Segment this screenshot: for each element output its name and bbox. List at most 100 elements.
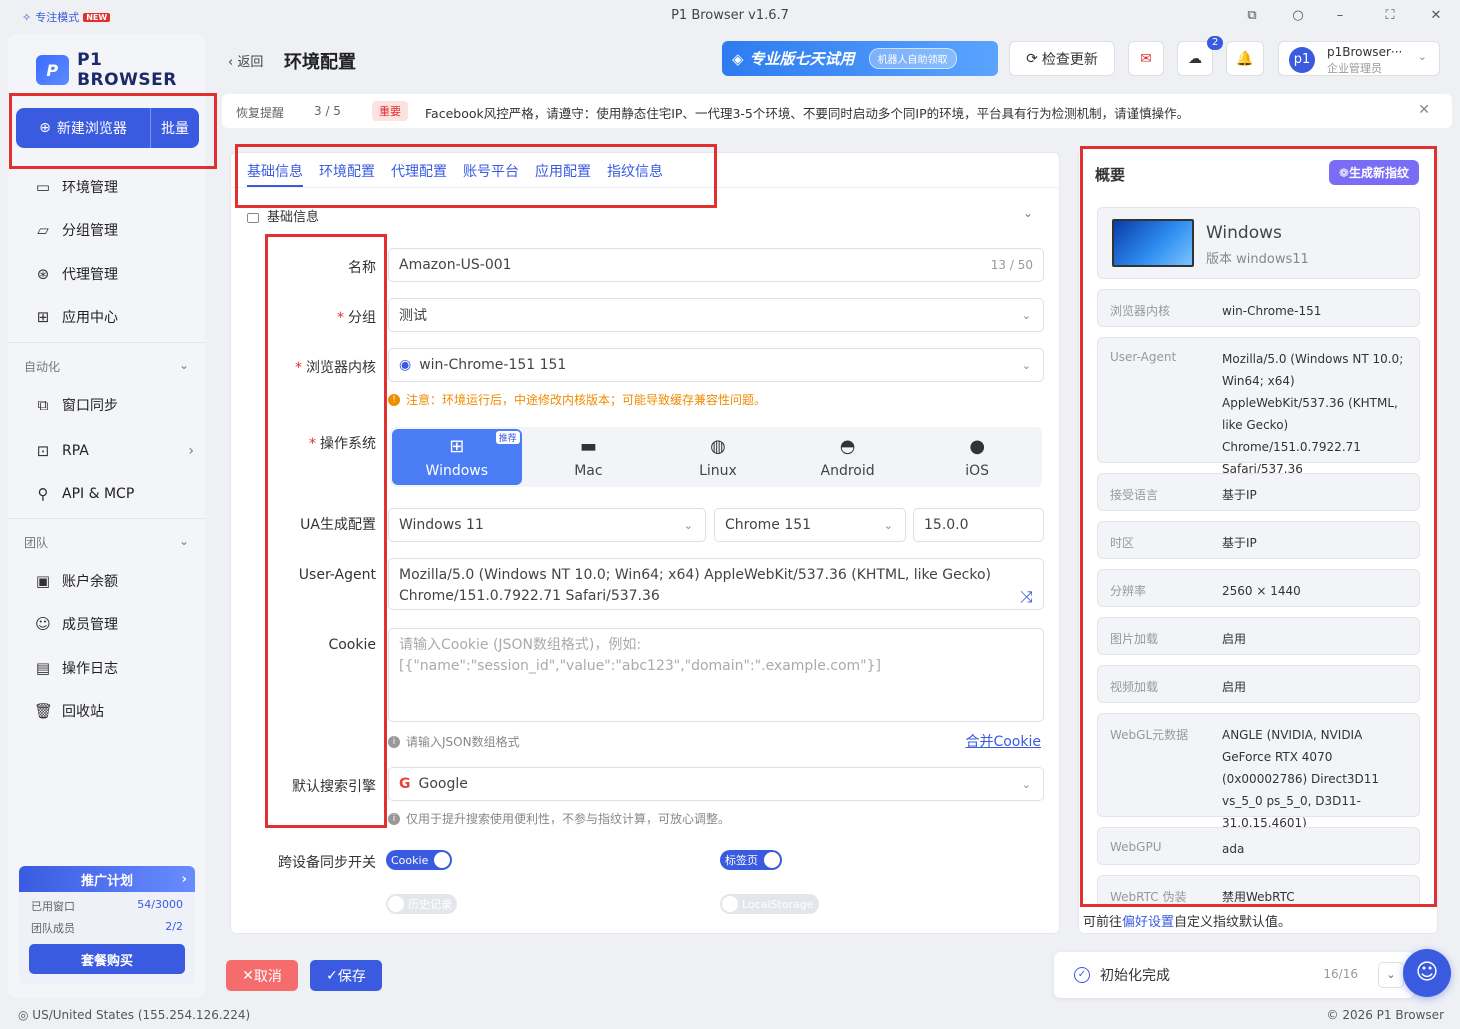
sidebar-item-members[interactable]: ☺ 成员管理	[34, 613, 118, 635]
os-card: Windows 版本 windows11	[1097, 207, 1420, 279]
chevron-right-icon: ›	[181, 871, 187, 887]
tab-env[interactable]: 环境配置	[319, 161, 375, 187]
cookie-label: Cookie	[328, 637, 376, 653]
sidebar-item-group[interactable]: ▱ 分组管理	[34, 219, 118, 241]
log-icon: ▤	[35, 659, 51, 677]
check-update-button[interactable]: ⟳ 检查更新	[1009, 41, 1115, 76]
section-automation[interactable]: 自动化 ⌄	[24, 358, 189, 375]
divider	[8, 518, 205, 519]
notice-page: 3 / 5	[314, 104, 341, 118]
chevron-down-icon[interactable]: ⌄	[1023, 206, 1033, 220]
android-icon: ◓	[839, 435, 856, 457]
minimize-icon[interactable]: –	[1330, 6, 1350, 26]
generate-fingerprint-button[interactable]: ❁生成新指纹	[1328, 160, 1419, 185]
tab-app[interactable]: 应用配置	[535, 161, 591, 187]
group-label: * 分组	[337, 310, 376, 326]
sidebar-item-apps[interactable]: ⊞ 应用中心	[34, 306, 118, 328]
group-select[interactable]: 测试 ⌄	[388, 298, 1044, 332]
buy-plan-button[interactable]: 套餐购买	[29, 944, 185, 974]
notification-button[interactable]: 🔔	[1226, 41, 1264, 76]
sync-history-toggle[interactable]: 历史记录	[386, 894, 457, 914]
close-icon[interactable]: ✕	[1418, 102, 1430, 118]
chevron-down-icon: ⌄	[1386, 968, 1396, 981]
sidebar-item-logs[interactable]: ▤ 操作日志	[34, 657, 118, 679]
os-option-ios[interactable]: ● iOS	[912, 427, 1042, 487]
chevron-down-icon: ⌄	[683, 518, 693, 532]
sidebar-item-trash[interactable]: 🗑 回收站	[34, 700, 104, 722]
mail-icon: ✉	[1140, 50, 1152, 67]
back-button[interactable]: ‹ 返回	[228, 51, 263, 70]
new-browser-group: ⊕ 新建浏览器 批量	[16, 108, 199, 148]
top-bar: ‹ 返回 环境配置 ◈ 专业版七天试用 机器人自助领取 ⟳ 检查更新 ✉ ☁ 2 …	[214, 34, 1454, 86]
tab-proxy[interactable]: 代理配置	[391, 161, 447, 187]
merge-cookie-link[interactable]: 合并Cookie	[965, 731, 1041, 751]
os-name: Windows	[1206, 223, 1282, 243]
support-chat-button[interactable]: ☺	[1403, 949, 1451, 997]
google-icon: G	[399, 776, 411, 792]
sync-cookie-toggle[interactable]: Cookie	[386, 850, 453, 870]
pin-icon[interactable]: ⧉	[1242, 6, 1262, 26]
sync-storage-toggle[interactable]: LocalStorage	[720, 894, 819, 914]
sidebar-item-api[interactable]: ⚲ API & MCP	[34, 483, 135, 505]
section-team[interactable]: 团队 ⌄	[24, 534, 189, 551]
summary-row: 浏览器内核 win-Chrome-151	[1097, 289, 1420, 327]
shuffle-icon[interactable]: ⤨	[1020, 586, 1033, 607]
ua-version-input[interactable]: 15.0.0	[913, 508, 1044, 542]
summary-title: 概要	[1095, 166, 1126, 184]
bell-icon: 🔔	[1236, 50, 1254, 67]
ua-os-select[interactable]: Windows 11 ⌄	[388, 508, 706, 542]
action-bar: ✕ 取消 ✓ 保存 ✓ 初始化完成 16/16 ⌄	[222, 952, 1452, 998]
summary-row: 接受语言 基于IP	[1097, 473, 1420, 511]
os-option-mac[interactable]: ▬ Mac	[524, 427, 654, 487]
chevron-left-icon: ‹	[228, 55, 238, 70]
user-role: 企业管理员	[1327, 62, 1382, 75]
trial-banner[interactable]: ◈ 专业版七天试用 机器人自助领取	[722, 41, 998, 76]
expand-button[interactable]: ⌄	[1378, 962, 1404, 988]
divider	[8, 342, 205, 343]
search-label: 默认搜索引擎	[292, 779, 376, 795]
app-logo: P P1 BROWSER	[36, 50, 205, 90]
save-button[interactable]: ✓ 保存	[310, 960, 382, 991]
maximize-icon[interactable]: ⛶	[1380, 6, 1400, 26]
promo-banner[interactable]: 推广计划 ›	[19, 866, 195, 892]
kernel-warning: ! 注意：环境运行后，中途修改内核版本；可能导致缓存兼容性问题。	[388, 391, 766, 408]
user-menu[interactable]: p1 p1Browser··· 企业管理员 ⌄	[1278, 41, 1440, 76]
name-input[interactable]: Amazon-US-001 13 / 50	[388, 248, 1044, 282]
os-option-windows[interactable]: 推荐 ⊞ Windows	[392, 429, 522, 485]
sidebar-item-proxy[interactable]: ⊛ 代理管理	[34, 263, 118, 285]
sidebar-item-balance[interactable]: ▣ 账户余额	[34, 570, 118, 592]
search-engine-select[interactable]: G Google ⌄	[388, 767, 1044, 801]
tab-basic[interactable]: 基础信息	[247, 161, 303, 187]
cookie-textarea[interactable]: 请输入Cookie (JSON数组格式)，例如: [{"name":"sessi…	[388, 628, 1044, 722]
team-members: 团队成员 2/2	[31, 920, 183, 935]
cancel-button[interactable]: ✕ 取消	[226, 960, 298, 991]
os-option-linux[interactable]: ◍ Linux	[653, 427, 783, 487]
mail-button[interactable]: ✉	[1128, 41, 1164, 76]
sidebar-item-env[interactable]: ▭ 环境管理	[34, 176, 118, 198]
sync-tabs-toggle[interactable]: 标签页	[720, 850, 782, 870]
summary-row: WebGPU ada	[1097, 827, 1420, 865]
name-label: 名称	[348, 260, 376, 276]
summary-row: 视频加载 启用	[1097, 665, 1420, 703]
chevron-down-icon: ⌄	[883, 518, 893, 532]
ua-browser-select[interactable]: Chrome 151 ⌄	[714, 508, 906, 542]
summary-row: User-Agent Mozilla/5.0 (Windows NT 10.0; …	[1097, 337, 1420, 476]
ua-textarea[interactable]: Mozilla/5.0 (Windows NT 10.0; Win64; x64…	[388, 558, 1044, 610]
new-browser-button[interactable]: ⊕ 新建浏览器	[16, 108, 151, 148]
tab-fingerprint[interactable]: 指纹信息	[607, 161, 663, 187]
title-bar: ✧ 专注模式 NEW P1 Browser v1.6.7 ⧉ ○ – ⛶ ✕	[0, 0, 1460, 32]
sidebar-item-rpa[interactable]: ⊡ RPA ›	[34, 440, 194, 462]
ip-status: ◎ US/United States (155.254.126.224)	[18, 1008, 251, 1022]
close-icon[interactable]: ✕	[1426, 6, 1446, 26]
trash-icon: 🗑	[34, 702, 54, 720]
tab-account[interactable]: 账号平台	[463, 161, 519, 187]
batch-button[interactable]: 批量	[151, 108, 199, 148]
refresh-icon[interactable]: ○	[1288, 6, 1308, 26]
diamond-icon: ◈	[732, 49, 744, 68]
env-icon: ▭	[35, 178, 51, 196]
cookie-hint: i 请输入JSON数组格式	[388, 733, 520, 750]
preferences-link[interactable]: 偏好设置	[1122, 915, 1174, 930]
sidebar-item-window-sync[interactable]: ⧉ 窗口同步	[34, 394, 118, 416]
os-option-android[interactable]: ◓ Android	[783, 427, 913, 487]
kernel-select[interactable]: ◉ win-Chrome-151 151 ⌄	[388, 348, 1044, 382]
